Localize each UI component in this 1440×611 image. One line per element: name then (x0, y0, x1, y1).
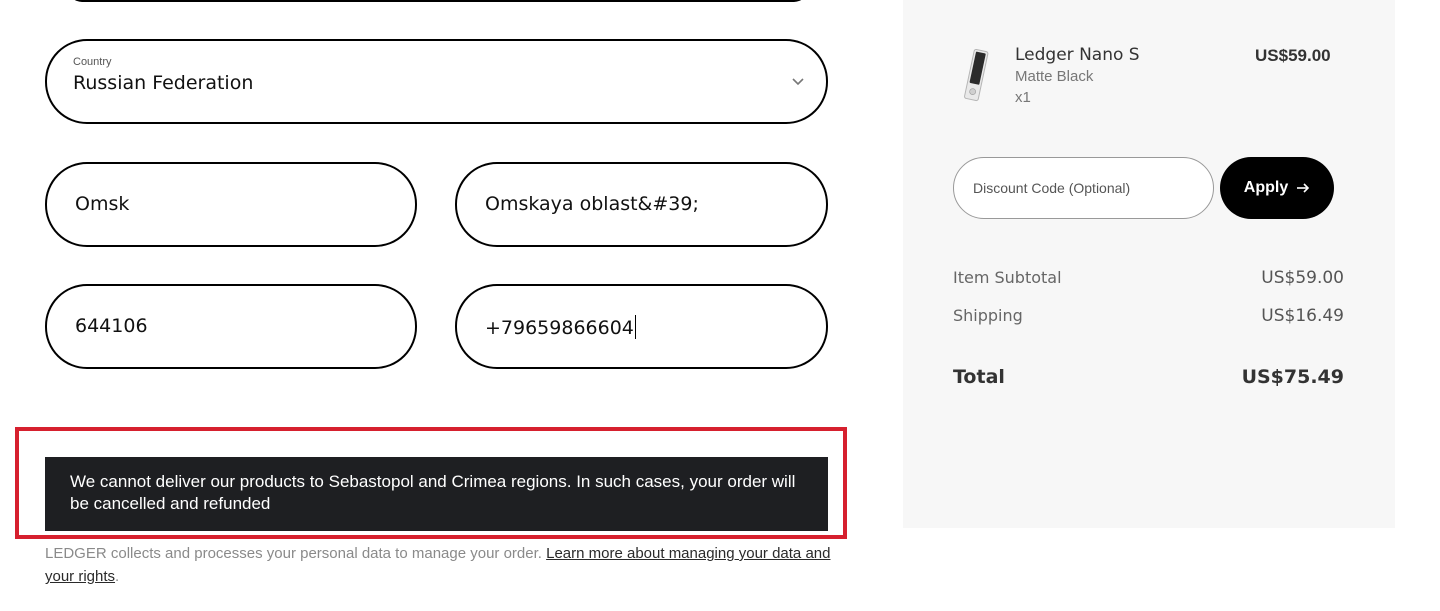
region-field[interactable]: Omskaya oblast&#39; (455, 162, 828, 247)
shipping-label: Shipping (953, 306, 1023, 325)
total-label: Total (953, 366, 1005, 388)
privacy-trailing: . (115, 568, 120, 585)
delivery-notice: We cannot deliver our products to Sebast… (45, 457, 828, 531)
product-name: Ledger Nano S (1015, 45, 1140, 65)
arrow-right-icon (1297, 183, 1310, 193)
product-image (964, 48, 989, 102)
subtotal-label: Item Subtotal (953, 268, 1062, 287)
subtotal-amount: US$59.00 (1261, 268, 1344, 288)
phone-field[interactable]: +79659866604 (455, 284, 828, 369)
country-select[interactable]: Country Russian Federation (45, 39, 828, 124)
privacy-notice: LEDGER collects and processes your perso… (45, 542, 845, 588)
total-row: Total US$75.49 (953, 366, 1344, 388)
product-price: US$59.00 (1255, 46, 1331, 65)
region-value: Omskaya oblast&#39; (485, 193, 699, 215)
phone-value-wrap: +79659866604 (485, 315, 636, 339)
apply-label: Apply (1243, 179, 1289, 196)
discount-code-input[interactable] (953, 157, 1214, 219)
city-value: Omsk (75, 193, 130, 215)
shipping-row: Shipping US$16.49 (953, 306, 1344, 326)
phone-value: +79659866604 (485, 317, 634, 339)
subtotal-row: Item Subtotal US$59.00 (953, 268, 1344, 288)
shipping-amount: US$16.49 (1261, 306, 1344, 326)
country-caption: Country (73, 56, 112, 68)
product-variant: Matte Black (1015, 68, 1094, 85)
privacy-text: LEDGER collects and processes your perso… (45, 545, 542, 562)
total-amount: US$75.49 (1241, 366, 1344, 388)
postal-code-value: 644106 (75, 315, 148, 337)
postal-code-field[interactable]: 644106 (45, 284, 417, 369)
chevron-down-icon (792, 78, 804, 86)
previous-field-edge (68, 0, 808, 2)
text-caret (634, 315, 636, 339)
country-value: Russian Federation (73, 72, 254, 94)
city-field[interactable]: Omsk (45, 162, 417, 247)
product-quantity: x1 (1015, 89, 1031, 106)
apply-button[interactable]: Apply (1220, 157, 1334, 219)
